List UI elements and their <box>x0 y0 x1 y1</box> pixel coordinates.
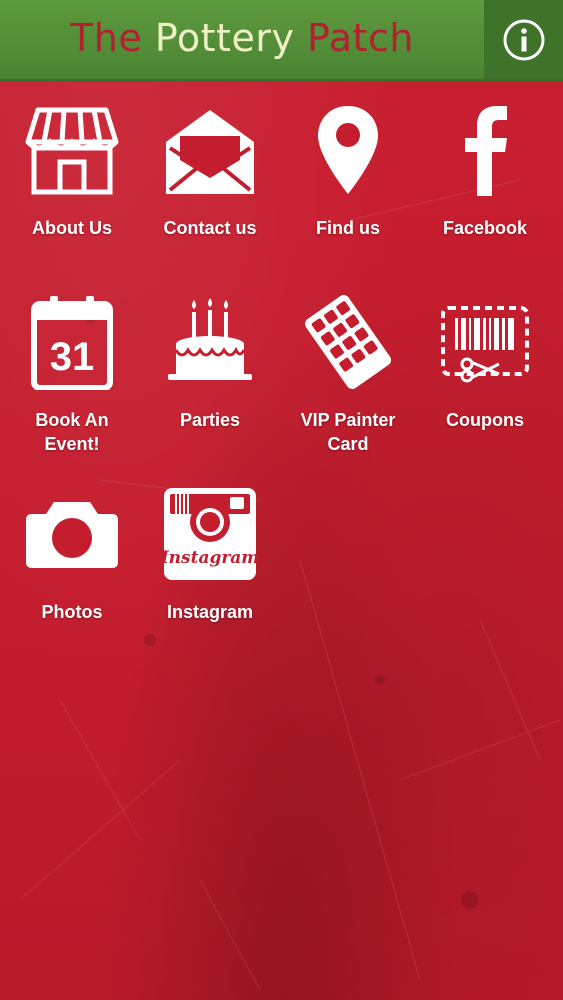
menu-label: Book An Event! <box>7 408 137 456</box>
menu-label-line: Event! <box>44 434 100 454</box>
camera-icon <box>22 484 122 584</box>
menu-label-line: VIP Painter <box>300 410 396 430</box>
info-button[interactable] <box>484 0 563 79</box>
map-pin-icon <box>298 100 398 200</box>
menu-label: Parties <box>179 410 241 430</box>
menu-label-line: Card <box>327 434 369 454</box>
calendar-icon: 31 <box>22 292 122 392</box>
menu-tile-about-us[interactable]: About Us <box>7 100 137 270</box>
menu-tile-vip-painter-card[interactable]: VIP Painter Card <box>283 292 413 462</box>
menu-label: Coupons <box>446 410 524 430</box>
menu-tile-contact-us[interactable]: Contact us <box>145 100 275 270</box>
menu-tile-book-an-event[interactable]: 31 Book An Event! <box>7 292 137 462</box>
menu-tile-parties[interactable]: Parties <box>145 292 275 462</box>
title-word-pottery: Pottery <box>154 16 295 60</box>
instagram-logo-text: Instagram <box>162 548 258 568</box>
app-title: The Pottery Patch <box>0 12 484 64</box>
menu-label: Facebook <box>442 218 528 238</box>
punch-card-icon <box>298 292 398 392</box>
facebook-icon <box>435 100 535 200</box>
instagram-icon: Instagram <box>160 484 260 584</box>
title-word-the: The <box>70 16 143 60</box>
menu-label: VIP Painter Card <box>283 408 413 456</box>
app-screen: The Pottery Patch About Us Contact us Fi… <box>0 0 563 1000</box>
menu-tile-find-us[interactable]: Find us <box>283 100 413 270</box>
menu-label: About Us <box>32 218 112 238</box>
menu-label: Instagram <box>166 602 254 622</box>
info-circle-icon <box>503 19 544 60</box>
envelope-icon <box>160 100 260 200</box>
app-header: The Pottery Patch <box>0 0 563 82</box>
menu-tile-photos[interactable]: Photos <box>7 484 137 654</box>
coupon-scissors-icon <box>435 292 535 392</box>
menu-label: Contact us <box>163 218 257 238</box>
title-word-patch: Patch <box>307 16 414 60</box>
menu-tile-instagram[interactable]: Instagram Instagram <box>145 484 275 654</box>
calendar-day: 31 <box>50 335 95 379</box>
menu-label: Find us <box>316 218 380 238</box>
birthday-cake-icon <box>160 292 260 392</box>
menu-label: Photos <box>41 602 103 622</box>
menu-tile-coupons[interactable]: Coupons <box>420 292 550 462</box>
menu-tile-facebook[interactable]: Facebook <box>420 100 550 270</box>
menu-label-line: Book An <box>35 410 109 430</box>
storefront-icon <box>22 100 122 200</box>
